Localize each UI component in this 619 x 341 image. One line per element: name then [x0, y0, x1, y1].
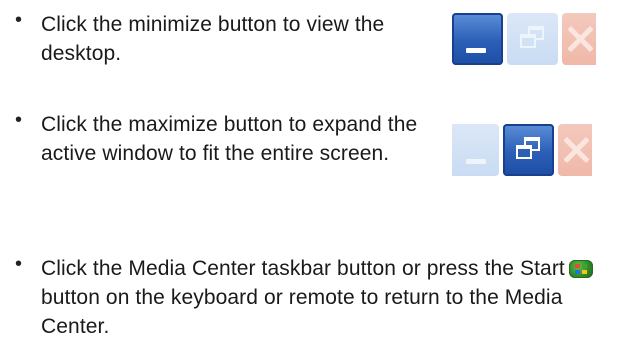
minimize-icon — [466, 159, 486, 164]
instruction-text: Click the minimize button to view the de… — [41, 13, 385, 65]
bullet: • — [15, 253, 23, 275]
instruction-text: Click the maximize button to expand the … — [41, 113, 418, 165]
close-icon — [562, 136, 590, 164]
restore-button[interactable] — [503, 124, 554, 176]
bullet: • — [15, 109, 23, 131]
window-controls-minimize-highlighted — [452, 13, 619, 65]
restore-button[interactable] — [507, 13, 558, 65]
minimize-button[interactable] — [452, 124, 499, 176]
windows-start-icon — [568, 260, 593, 278]
minimize-icon — [466, 48, 486, 53]
restore-icon — [516, 137, 540, 161]
instruction-text: Click the Media Center taskbar button or… — [41, 254, 616, 341]
minimize-button[interactable] — [452, 13, 503, 65]
instruction-text-after: button on the keyboard or remote to retu… — [41, 286, 563, 338]
bullet: • — [15, 9, 23, 31]
window-controls-maximize-highlighted — [452, 124, 619, 176]
close-icon — [566, 25, 594, 53]
close-button[interactable] — [562, 13, 596, 65]
close-button[interactable] — [558, 124, 592, 176]
instruction-text-before: Click the Media Center taskbar button or… — [41, 257, 565, 280]
restore-icon — [520, 26, 544, 50]
